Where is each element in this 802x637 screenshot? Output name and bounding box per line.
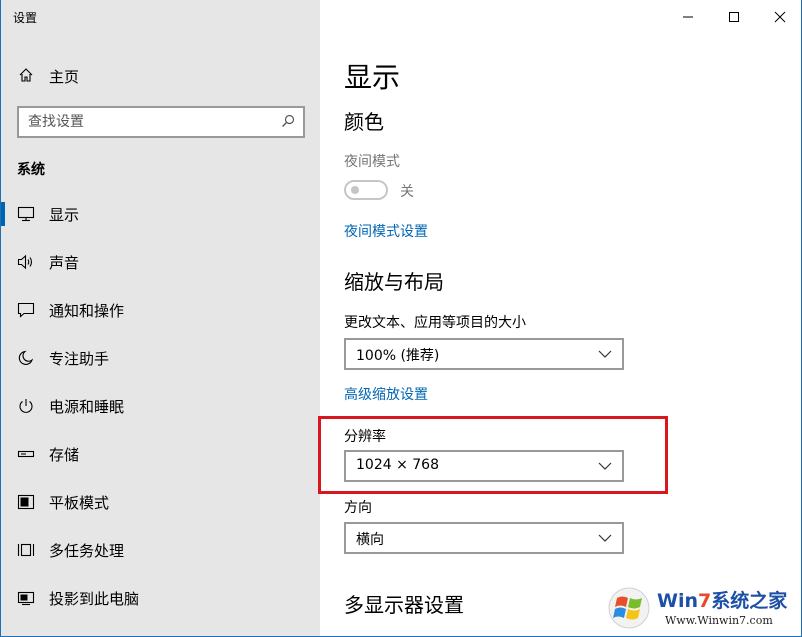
sidebar-item-label: 平板模式 bbox=[49, 494, 110, 512]
tablet-icon bbox=[17, 494, 35, 510]
search-input[interactable] bbox=[19, 108, 275, 136]
close-icon bbox=[774, 11, 786, 23]
sidebar-item-label: 存储 bbox=[49, 446, 80, 464]
orientation-dropdown[interactable]: 横向 bbox=[344, 522, 624, 554]
notification-icon bbox=[17, 302, 35, 318]
night-light-settings-link[interactable]: 夜间模式设置 bbox=[344, 221, 428, 241]
sidebar-section-title: 系统 bbox=[17, 162, 45, 178]
minimize-icon bbox=[683, 16, 693, 18]
project-icon bbox=[17, 591, 35, 606]
sidebar-item-label: 主页 bbox=[49, 68, 80, 86]
scale-value: 100% (推荐) bbox=[356, 348, 440, 364]
night-light-label: 夜间模式 bbox=[344, 154, 400, 170]
advanced-scaling-link[interactable]: 高级缩放设置 bbox=[344, 384, 428, 404]
section-title-multi-display: 多显示器设置 bbox=[344, 593, 464, 617]
power-icon bbox=[19, 399, 33, 413]
sidebar-item-notifications[interactable]: 通知和操作 bbox=[1, 290, 320, 330]
scale-label: 更改文本、应用等项目的大小 bbox=[344, 315, 526, 331]
sidebar-item-tablet-mode[interactable]: 平板模式 bbox=[1, 482, 320, 522]
windows-logo-icon bbox=[608, 587, 650, 629]
orientation-value: 横向 bbox=[356, 532, 384, 548]
sidebar-item-label: 多任务处理 bbox=[49, 542, 125, 560]
sidebar-item-label: 投影到此电脑 bbox=[49, 590, 140, 608]
moon-icon bbox=[18, 350, 34, 365]
maximize-icon bbox=[729, 12, 739, 22]
chevron-down-icon bbox=[598, 350, 612, 358]
chevron-down-icon bbox=[598, 534, 612, 542]
scale-dropdown[interactable]: 100% (推荐) bbox=[344, 338, 624, 370]
home-icon bbox=[19, 68, 33, 82]
sidebar-item-project-to-pc[interactable]: 投影到此电脑 bbox=[1, 578, 320, 618]
speaker-icon bbox=[17, 254, 33, 270]
storage-icon bbox=[17, 450, 35, 458]
sidebar-item-label: 显示 bbox=[49, 206, 80, 224]
toggle-knob bbox=[351, 186, 359, 194]
sidebar-item-power-sleep[interactable]: 电源和睡眠 bbox=[1, 386, 320, 426]
sidebar-item-label: 电源和睡眠 bbox=[49, 398, 125, 416]
orientation-label: 方向 bbox=[344, 500, 372, 516]
sidebar-item-sound[interactable]: 声音 bbox=[1, 242, 320, 282]
page-title: 显示 bbox=[344, 61, 401, 94]
window-controls bbox=[665, 0, 801, 34]
sidebar-item-storage[interactable]: 存储 bbox=[1, 434, 320, 474]
app-title: 设置 bbox=[13, 11, 38, 25]
sidebar-item-label: 通知和操作 bbox=[49, 302, 125, 320]
night-light-toggle[interactable] bbox=[344, 180, 388, 200]
search-box[interactable] bbox=[17, 106, 305, 138]
resolution-highlight-box bbox=[318, 416, 668, 494]
minimize-button[interactable] bbox=[665, 0, 711, 34]
sidebar-item-multitasking[interactable]: 多任务处理 bbox=[1, 530, 320, 570]
active-indicator bbox=[1, 202, 5, 226]
watermark-brand: Win7系统之家 bbox=[657, 590, 788, 612]
section-title-color: 颜色 bbox=[344, 110, 384, 134]
watermark-url: Www.Winwin7.com bbox=[665, 614, 773, 627]
sidebar-item-label: 声音 bbox=[49, 254, 80, 272]
section-title-scale-layout: 缩放与布局 bbox=[344, 270, 444, 294]
maximize-button[interactable] bbox=[711, 0, 757, 34]
sidebar-item-label: 专注助手 bbox=[49, 350, 110, 368]
main-pane: 显示 颜色 夜间模式 关 夜间模式设置 缩放与布局 更改文本、应用等项目的大小 … bbox=[320, 0, 801, 636]
close-button[interactable] bbox=[757, 0, 801, 34]
sidebar: 设置 主页 系统 显示 bbox=[1, 0, 320, 636]
sidebar-item-display[interactable]: 显示 bbox=[1, 194, 320, 234]
sidebar-item-focus-assist[interactable]: 专注助手 bbox=[1, 338, 320, 378]
watermark: Win7系统之家 Www.Winwin7.com bbox=[605, 582, 801, 634]
settings-window: 设置 主页 系统 显示 bbox=[0, 0, 802, 637]
multitask-icon bbox=[17, 543, 35, 557]
monitor-icon bbox=[17, 206, 35, 222]
search-icon[interactable] bbox=[281, 114, 295, 128]
sidebar-item-home[interactable]: 主页 bbox=[1, 60, 320, 90]
toggle-state-label: 关 bbox=[400, 184, 414, 200]
